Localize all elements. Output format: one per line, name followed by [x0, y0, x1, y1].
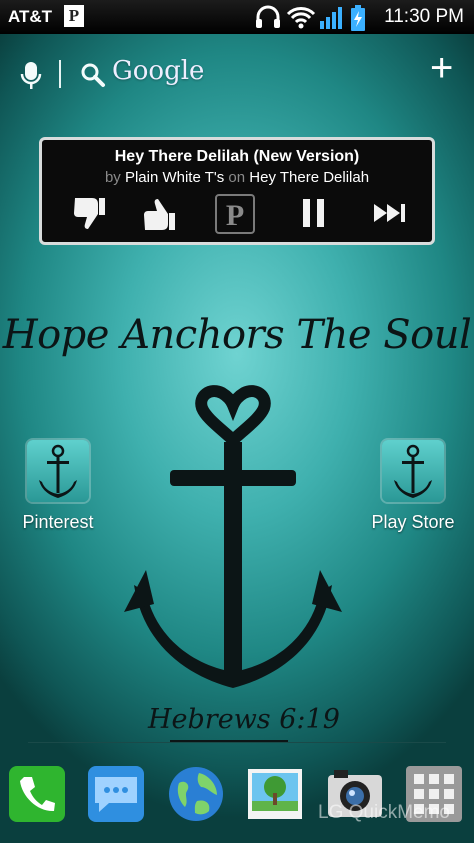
- shortcut-play-store[interactable]: Play Store: [358, 440, 468, 533]
- album-name: Hey There Delilah: [249, 169, 370, 186]
- anchor-icon[interactable]: [27, 440, 89, 502]
- pandora-icon[interactable]: P: [215, 194, 255, 234]
- dock: [0, 757, 474, 843]
- song-title: Hey There Delilah (New Version): [114, 148, 360, 165]
- shortcut-label: Play Store: [371, 512, 455, 532]
- pause-icon[interactable]: [300, 196, 328, 230]
- search-icon[interactable]: [80, 62, 106, 88]
- quickmemo-watermark: LG QuickMemo: [318, 802, 450, 823]
- plus-icon[interactable]: +: [430, 48, 453, 88]
- shortcut-label: Pinterest: [22, 512, 94, 532]
- clock: 11:30 PM: [384, 6, 464, 27]
- wifi-icon: [286, 7, 316, 29]
- browser-icon[interactable]: [167, 765, 225, 823]
- by-label: by: [104, 169, 121, 186]
- artist-name: Plain White T's: [124, 169, 225, 186]
- phone-icon[interactable]: [8, 765, 66, 823]
- search-divider: [59, 60, 61, 88]
- thumbs-down-icon[interactable]: [72, 196, 106, 232]
- battery-charging-icon: [351, 5, 365, 31]
- messaging-icon[interactable]: [87, 765, 145, 823]
- gallery-icon[interactable]: [246, 765, 304, 823]
- status-bar: AT&T P 11:30 PM: [0, 0, 474, 34]
- pandora-widget[interactable]: Hey There Delilah (New Version) by Plain…: [39, 137, 435, 245]
- thumbs-up-icon[interactable]: [142, 196, 176, 232]
- google-search-bar[interactable]: Google +: [0, 48, 474, 96]
- wallpaper-verse: Hebrews 6:19: [148, 704, 340, 735]
- pandora-notification-icon: P: [64, 5, 84, 27]
- anchor-icon: [124, 385, 342, 688]
- search-label[interactable]: Google: [112, 56, 204, 86]
- signal-icon: [320, 7, 342, 29]
- headphones-icon: [256, 5, 280, 28]
- on-label: on: [228, 169, 246, 186]
- microphone-icon[interactable]: [20, 60, 42, 92]
- shortcut-pinterest[interactable]: Pinterest: [3, 440, 113, 533]
- anchor-icon[interactable]: [382, 440, 444, 502]
- carrier-label: AT&T: [8, 7, 53, 26]
- skip-icon[interactable]: [372, 196, 410, 230]
- song-subtitle: by Plain White T's on Hey There Delilah: [42, 169, 432, 186]
- dock-divider: [28, 742, 446, 743]
- wallpaper-headline: Hope Anchors The Soul: [2, 312, 472, 358]
